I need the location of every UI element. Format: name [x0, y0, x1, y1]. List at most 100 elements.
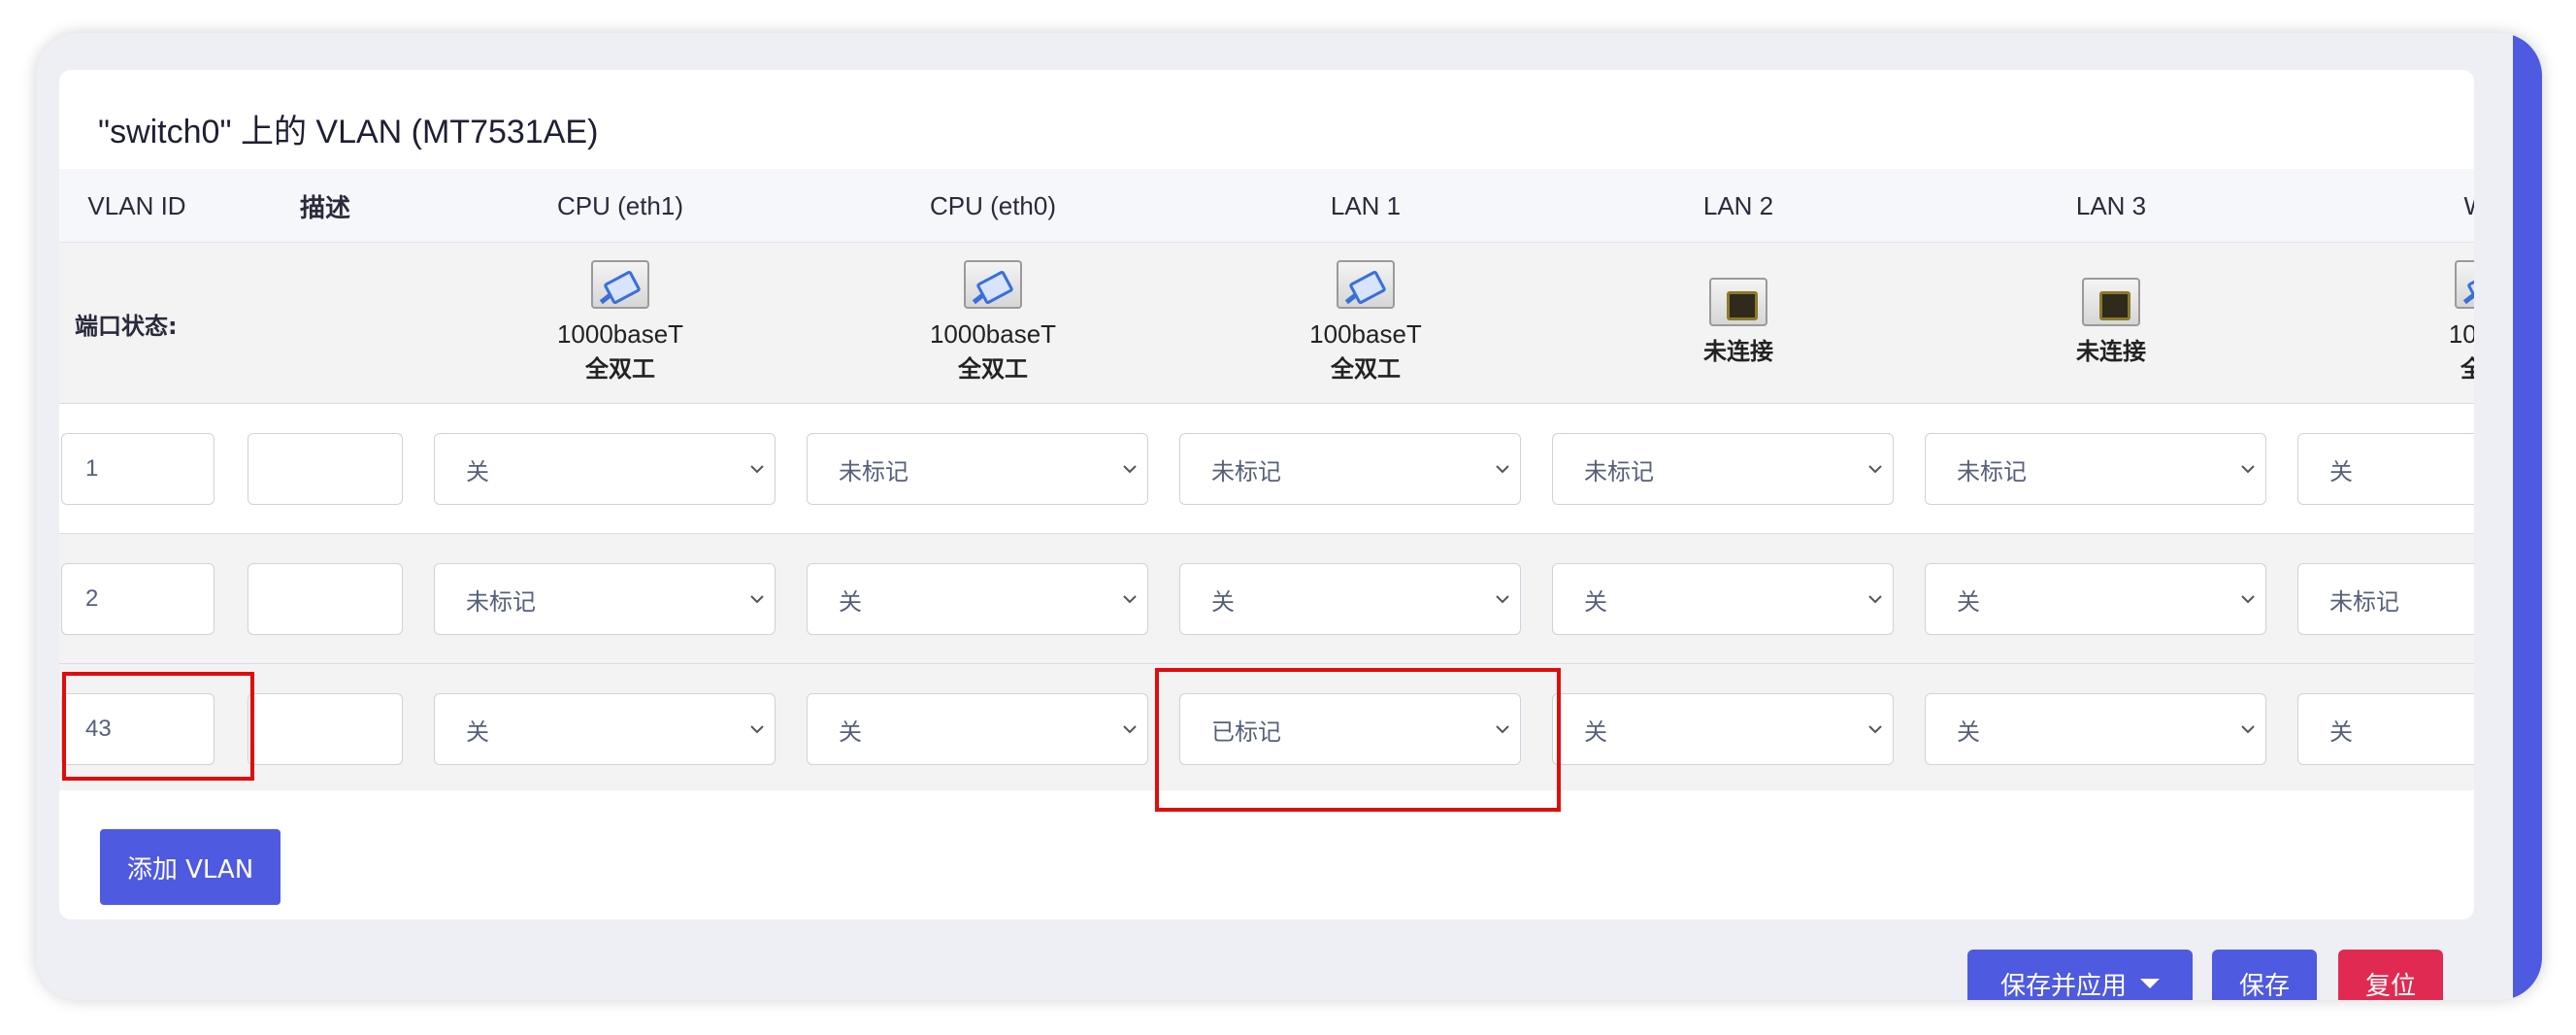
chevron-down-icon	[1868, 725, 1882, 734]
port-speed: 1000baseT	[556, 319, 684, 349]
port-select-lan3[interactable]: 关	[1925, 693, 2266, 765]
port-connected-icon	[1337, 260, 1395, 309]
chevron-down-icon	[1496, 595, 1509, 604]
table-row: 2 未标记 关 关 关 关 未标记	[59, 534, 2474, 664]
chevron-down-icon	[750, 595, 764, 604]
select-value: 关	[1211, 587, 1235, 616]
chevron-down-icon	[750, 725, 764, 734]
port-select-lan3[interactable]: 未标记	[1925, 433, 2266, 505]
select-value: 关	[1957, 587, 1980, 616]
select-value: 未标记	[2329, 587, 2399, 616]
app-window: "switch0" 上的 VLAN (MT7531AE) VLAN ID 描述 …	[36, 33, 2542, 1000]
port-speed: 1000b	[2448, 319, 2474, 349]
vlan-id-input[interactable]: 1	[61, 433, 215, 505]
save-button[interactable]: 保存	[2212, 950, 2317, 1000]
port-select-cpu-eth1[interactable]: 关	[434, 693, 776, 765]
select-value: 未标记	[1584, 457, 1654, 485]
chevron-down-icon	[1123, 725, 1137, 734]
port-select-wan[interactable]: 未标记	[2297, 563, 2474, 635]
save-apply-button[interactable]: 保存并应用	[1967, 950, 2193, 1000]
port-select-wan[interactable]: 关	[2297, 693, 2474, 765]
port-select-cpu-eth1[interactable]: 未标记	[434, 563, 776, 635]
description-input[interactable]	[248, 563, 403, 635]
save-apply-label: 保存并应用	[1999, 971, 2127, 1001]
header-port-lan2: LAN 2	[1702, 190, 1774, 220]
port-status-wan: 1000b 全双	[2297, 243, 2474, 404]
port-connected-icon	[2455, 260, 2474, 309]
right-edge-bar	[2513, 33, 2542, 1000]
header-description: 描述	[299, 192, 350, 222]
table-header-row: VLAN ID 描述 CPU (eth1) CPU (eth0) LAN 1 L…	[59, 169, 2474, 243]
port-disconnected-icon	[1709, 278, 1767, 326]
chevron-down-icon	[1496, 465, 1509, 474]
port-select-lan1[interactable]: 未标记	[1179, 433, 1521, 505]
port-duplex: 未连接	[2076, 338, 2146, 365]
chevron-down-icon	[750, 465, 764, 474]
caret-down-icon	[2140, 979, 2160, 988]
select-value: 关	[2329, 718, 2353, 746]
port-duplex: 全双工	[585, 355, 655, 383]
port-connected-icon	[964, 260, 1022, 309]
chevron-down-icon	[1123, 465, 1137, 474]
select-value: 未标记	[1211, 457, 1281, 485]
port-select-lan2[interactable]: 关	[1552, 693, 1894, 765]
select-value: 关	[466, 718, 489, 746]
port-status-lan3: 未连接	[1925, 243, 2297, 404]
port-connected-icon	[591, 260, 649, 309]
port-duplex: 全双	[2460, 355, 2474, 383]
port-select-cpu-eth0[interactable]: 关	[807, 563, 1148, 635]
chevron-down-icon	[2241, 595, 2255, 604]
reset-button[interactable]: 复位	[2338, 950, 2443, 1000]
header-port-lan3: LAN 3	[2075, 190, 2147, 220]
port-select-lan2[interactable]: 关	[1552, 563, 1894, 635]
chevron-down-icon	[2241, 465, 2255, 474]
port-duplex: 未连接	[1703, 338, 1773, 365]
port-status-row: 端口状态: 1000baseT 全双工 1000baseT 全双工 100bas…	[59, 243, 2474, 404]
select-value: 关	[839, 718, 862, 746]
port-duplex: 全双工	[958, 355, 1028, 383]
select-value: 未标记	[839, 457, 908, 485]
table-row: 43 关 关 已标记 关 关 关	[59, 664, 2474, 790]
select-value: 关	[839, 587, 862, 616]
vlan-table: VLAN ID 描述 CPU (eth1) CPU (eth0) LAN 1 L…	[59, 169, 2474, 790]
description-input[interactable]	[248, 433, 403, 505]
select-value: 关	[1584, 587, 1607, 616]
select-value: 关	[2329, 457, 2353, 485]
port-select-cpu-eth0[interactable]: 关	[807, 693, 1148, 765]
header-port-wan: WA	[2297, 169, 2474, 243]
port-status-label: 端口状态:	[75, 312, 178, 340]
port-speed: 1000baseT	[929, 319, 1057, 349]
chevron-down-icon	[1868, 595, 1882, 604]
select-value: 关	[1957, 718, 1980, 746]
chevron-down-icon	[1868, 465, 1882, 474]
port-select-wan[interactable]: 关	[2297, 433, 2474, 505]
vlan-id-input[interactable]: 43	[61, 693, 215, 765]
select-value: 未标记	[466, 587, 536, 616]
chevron-down-icon	[2241, 725, 2255, 734]
port-select-lan1[interactable]: 已标记	[1179, 693, 1521, 765]
port-select-lan2[interactable]: 未标记	[1552, 433, 1894, 505]
header-port-cpu-eth1: CPU (eth1)	[556, 190, 684, 220]
vlan-id-input[interactable]: 2	[61, 563, 215, 635]
chevron-down-icon	[1123, 595, 1137, 604]
port-select-cpu-eth0[interactable]: 未标记	[807, 433, 1148, 505]
panel-title: "switch0" 上的 VLAN (MT7531AE)	[98, 114, 599, 150]
description-input[interactable]	[248, 693, 403, 765]
add-vlan-button[interactable]: 添加 VLAN	[100, 829, 281, 905]
select-value: 关	[1584, 718, 1607, 746]
table-row: 1 关 未标记 未标记 未标记 未标记 关	[59, 404, 2474, 534]
port-status-lan1: 100baseT 全双工	[1179, 243, 1552, 404]
port-select-cpu-eth1[interactable]: 关	[434, 433, 776, 505]
port-status-cpu-eth0: 1000baseT 全双工	[807, 243, 1179, 404]
header-vlan-id: VLAN ID	[87, 190, 186, 220]
port-select-lan3[interactable]: 关	[1925, 563, 2266, 635]
port-speed: 100baseT	[1309, 319, 1422, 349]
port-duplex: 全双工	[1331, 355, 1401, 383]
select-value: 已标记	[1211, 718, 1281, 746]
chevron-down-icon	[1496, 725, 1509, 734]
port-status-cpu-eth1: 1000baseT 全双工	[434, 243, 807, 404]
port-select-lan1[interactable]: 关	[1179, 563, 1521, 635]
header-port-lan1: LAN 1	[1330, 190, 1402, 220]
vlan-panel: "switch0" 上的 VLAN (MT7531AE) VLAN ID 描述 …	[59, 70, 2474, 919]
select-value: 关	[466, 457, 489, 485]
